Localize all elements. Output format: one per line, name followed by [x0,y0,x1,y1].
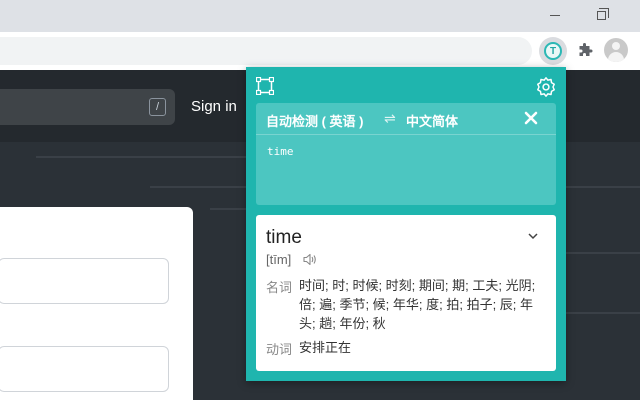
signup-field[interactable] [0,258,169,304]
signin-link[interactable]: Sign in [191,98,237,115]
signup-field[interactable] [0,346,169,392]
puzzle-icon[interactable] [571,37,599,65]
translate-logo: T [544,42,562,60]
gear-icon[interactable] [535,76,557,98]
hero-decoration [566,252,640,254]
hero-decoration [150,186,250,188]
restore-icon[interactable] [578,0,624,30]
hero-decoration [566,312,640,314]
source-language-select[interactable]: 自动检测 ( 英语 ) [266,111,364,130]
swap-languages-icon[interactable]: ⇌ [384,110,396,127]
profile-avatar[interactable] [604,38,628,62]
language-selector: 自动检测 ( 英语 ) ⇌ 中文简体 [256,103,556,135]
definition-noun: 时间; 时; 时候; 时刻; 期间; 期; 工夫; 光阴; 倍; 遍; 季节; … [299,278,536,331]
source-text-input[interactable]: time [267,145,294,158]
phonetic-text: [tīm] [266,252,292,267]
hero-decoration [36,156,256,158]
source-text-panel[interactable]: 自动检测 ( 英语 ) ⇌ 中文简体 time [256,103,556,205]
part-of-speech-verb: 动词 [266,342,293,357]
screenshot-crop-icon[interactable] [256,77,274,95]
popup-toolbar [246,67,566,105]
address-bar[interactable] [0,37,532,65]
chevron-down-icon[interactable] [527,231,539,241]
minimize-icon[interactable] [532,0,578,30]
definition-verb: 安排正在 [299,340,352,355]
search-shortcut-key: / [149,98,166,116]
result-word: time [266,227,302,248]
hero-decoration [566,186,640,188]
target-language-select[interactable]: 中文简体 [406,111,458,130]
signup-card [0,207,193,400]
close-icon[interactable] [522,109,540,127]
translate-extension-icon[interactable]: T [539,37,567,65]
speaker-icon[interactable] [303,253,317,266]
translation-result-panel: time [tīm] 名词 时间; 时; 时候; 时刻; 期间; 期; 工夫; … [256,215,556,371]
translator-popup: 自动检测 ( 英语 ) ⇌ 中文简体 time time [tīm] 名词 时间… [246,67,566,381]
site-search-input[interactable]: / [0,89,175,125]
part-of-speech-noun: 名词 [266,280,293,295]
